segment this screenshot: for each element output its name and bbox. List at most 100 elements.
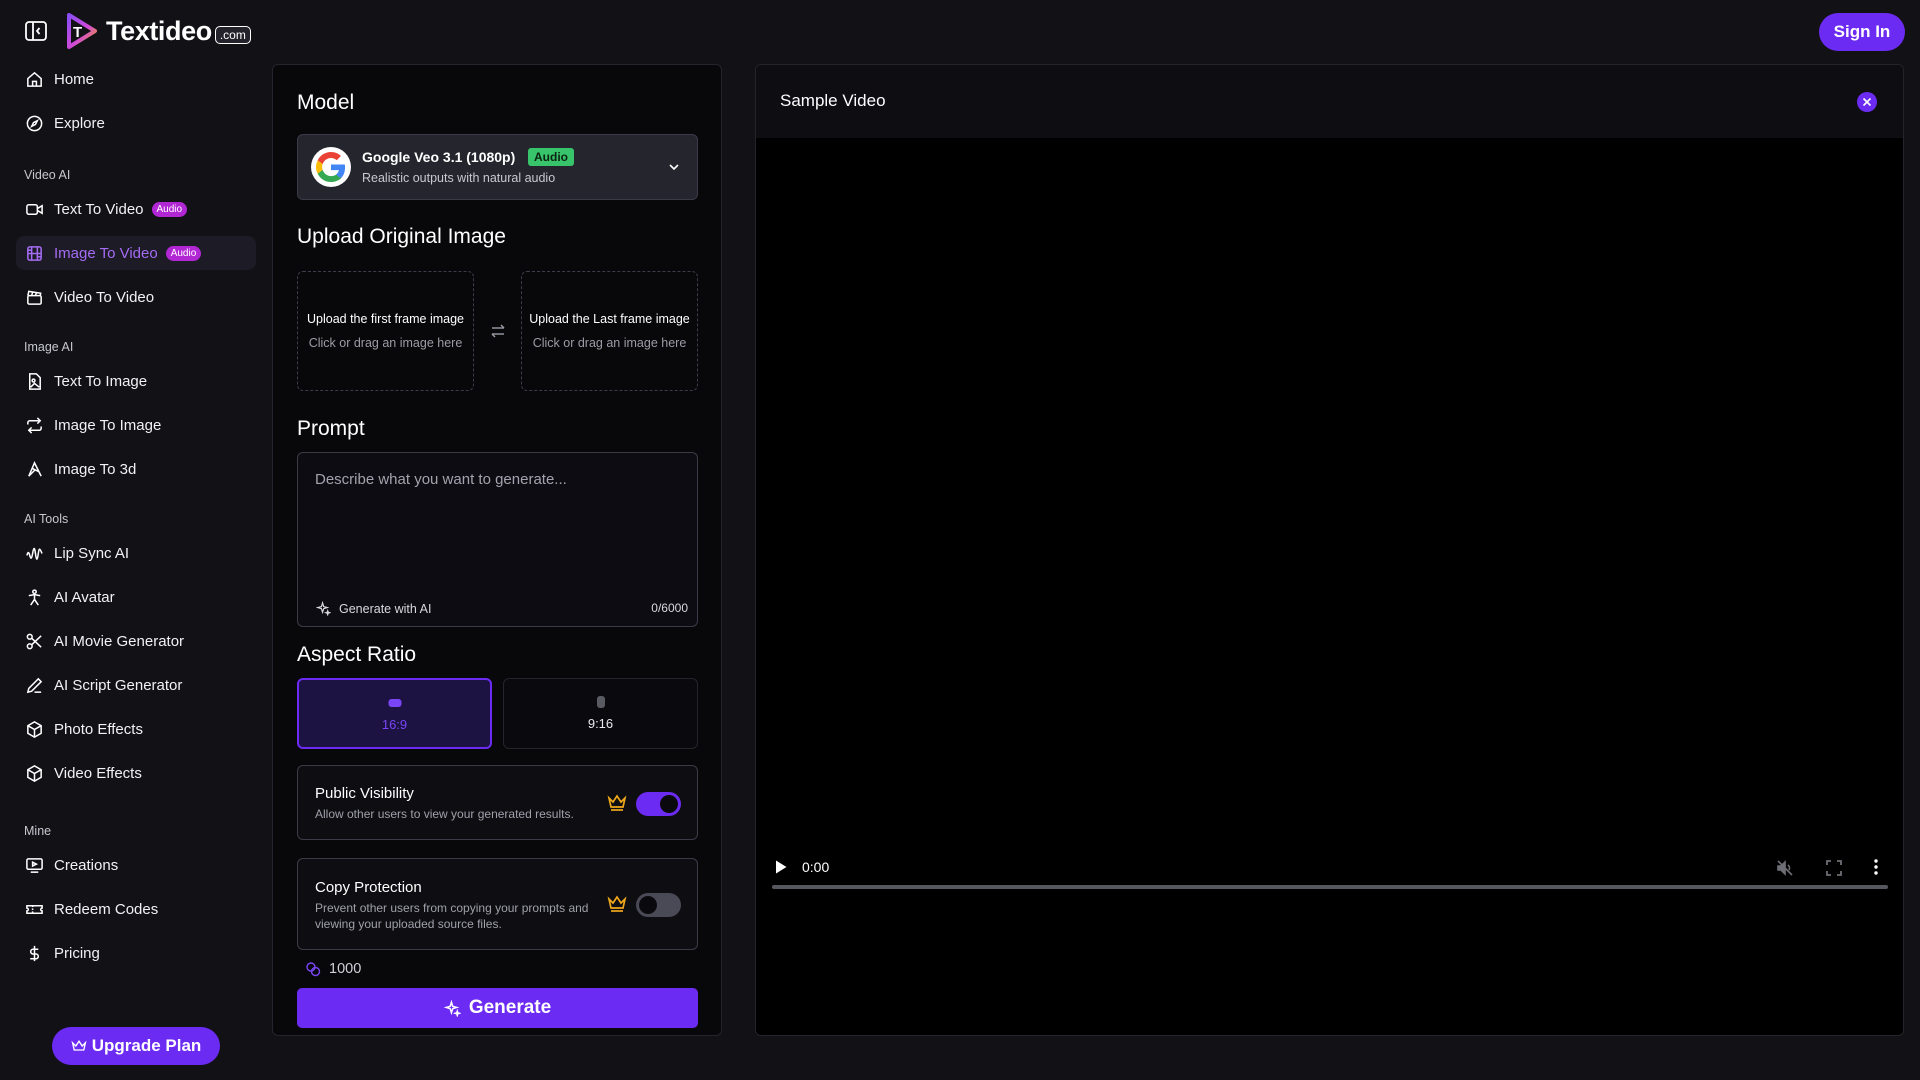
dollar-icon [29, 945, 40, 961]
sidebar-toggle-icon[interactable] [24, 20, 48, 42]
sidebar-item-label: Text To Image [54, 372, 148, 390]
upload-last-frame-dropzone[interactable]: Upload the Last frame image Click or dra… [521, 271, 698, 391]
prompt-box: Generate with AI 0/6000 [297, 452, 698, 627]
audio-badge: Audio [151, 201, 188, 217]
google-logo-icon [311, 147, 351, 187]
sidebar-item-creations[interactable]: Creations [16, 848, 256, 882]
sidebar-item-ai-movie-generator[interactable]: AI Movie Generator [16, 624, 256, 658]
generate-label: Generate [468, 997, 552, 1018]
upload-first-frame-dropzone[interactable]: Upload the first frame image Click or dr… [297, 271, 474, 391]
video-time: 0:00 [802, 859, 830, 875]
aspect-ratio-9-16-option[interactable]: 9:16 [503, 678, 698, 749]
video-camera-icon [26, 203, 43, 215]
generate-button[interactable]: Generate [297, 988, 698, 1028]
sidebar-item-ai-avatar[interactable]: AI Avatar [16, 580, 256, 614]
mute-icon[interactable] [1775, 858, 1795, 878]
sidebar-item-label: Text To Video [54, 200, 144, 218]
generate-with-ai-button[interactable]: Generate with AI [316, 601, 431, 616]
public-visibility-card: Public Visibility Allow other users to v… [297, 765, 698, 840]
sidebar-item-label: Image To Image [54, 416, 162, 434]
credits-display: 1000 [305, 961, 361, 977]
aspect-ratio-label: 16:9 [381, 717, 408, 732]
toggle-knob [660, 795, 678, 813]
logo-play-icon: T [67, 13, 97, 49]
box-icon [27, 764, 42, 782]
sidebar-item-lip-sync-ai[interactable]: Lip Sync AI [16, 536, 256, 570]
sign-in-button[interactable]: Sign In [1819, 13, 1905, 51]
model-audio-badge: Audio [528, 148, 574, 166]
model-description: Realistic outputs with natural audio [362, 171, 556, 185]
sidebar-item-image-to-3d[interactable]: Image To 3d [16, 452, 256, 486]
sparkle-icon [443, 999, 461, 1017]
sidebar-item-label: Lip Sync AI [54, 544, 130, 562]
sidebar-item-home[interactable]: Home [16, 62, 256, 96]
credits-value: 1000 [329, 961, 362, 977]
svg-text:T: T [73, 24, 82, 41]
fullscreen-icon[interactable] [1825, 859, 1843, 877]
top-bar: T Textideo .com Sign In [0, 0, 1920, 62]
brand-name: Textideo [106, 15, 212, 46]
video-controls: 0:00 [756, 845, 1903, 905]
sidebar-item-label: Pricing [54, 944, 100, 962]
coins-icon [306, 962, 321, 977]
sidebar-item-image-to-image[interactable]: Image To Image [16, 408, 256, 442]
crown-icon [607, 794, 627, 811]
sidebar-section-video-ai: Video AI [24, 168, 71, 182]
sidebar-item-label: AI Script Generator [54, 676, 183, 694]
sidebar-item-label: Photo Effects [54, 720, 143, 738]
swap-icon[interactable] [490, 323, 506, 339]
close-button[interactable] [1857, 92, 1877, 112]
sidebar: Home Explore Video AI Text To Video Audi… [0, 62, 270, 1080]
logo[interactable]: T Textideo .com [64, 12, 251, 50]
chevron-down-icon [669, 164, 679, 171]
copy-protection-card: Copy Protection Prevent other users from… [297, 858, 698, 950]
prompt-input[interactable] [315, 471, 675, 488]
sidebar-item-label: Redeem Codes [54, 900, 159, 918]
play-icon[interactable] [774, 859, 788, 875]
image-file-icon [28, 372, 41, 390]
sidebar-item-text-to-video[interactable]: Text To Video Audio [16, 192, 256, 226]
sidebar-item-redeem-codes[interactable]: Redeem Codes [16, 892, 256, 926]
generation-form-panel: Model Google Veo 3.1 (1080p) Audio Reali… [272, 64, 722, 1036]
video-progress-bar[interactable] [772, 885, 1888, 889]
prompt-section-title: Prompt [297, 417, 365, 440]
upgrade-plan-button[interactable]: Upgrade Plan [52, 1027, 220, 1065]
sidebar-item-label: Image To 3d [54, 460, 137, 478]
cube-3d-icon [28, 460, 42, 477]
video-panel-title: Sample Video [780, 91, 886, 110]
prompt-char-count: 0/6000 [651, 601, 688, 615]
sparkle-icon [316, 601, 331, 616]
portrait-ratio-icon [596, 696, 605, 708]
sidebar-section-mine: Mine [24, 824, 52, 838]
sidebar-section-ai-tools: AI Tools [24, 512, 69, 526]
toggle-knob [639, 896, 657, 914]
sidebar-item-label: AI Movie Generator [54, 632, 185, 650]
person-icon [28, 588, 41, 606]
aspect-ratio-16-9-option[interactable]: 16:9 [297, 678, 492, 749]
sidebar-item-video-to-video[interactable]: Video To Video [16, 280, 256, 314]
sidebar-item-label: Video Effects [54, 764, 142, 782]
landscape-ratio-icon [388, 699, 401, 707]
sidebar-item-video-effects[interactable]: Video Effects [16, 756, 256, 790]
upload-section-title: Upload Original Image [297, 225, 506, 248]
sidebar-item-explore[interactable]: Explore [16, 106, 256, 140]
sidebar-item-image-to-video[interactable]: Image To Video Audio [16, 236, 256, 270]
public-visibility-toggle[interactable] [636, 792, 681, 816]
copy-protection-toggle[interactable] [636, 893, 681, 917]
scissors-icon [26, 633, 42, 649]
sidebar-item-pricing[interactable]: Pricing [16, 936, 256, 970]
public-visibility-title: Public Visibility [315, 785, 414, 802]
sidebar-item-text-to-image[interactable]: Text To Image [16, 364, 256, 398]
sidebar-item-ai-script-generator[interactable]: AI Script Generator [16, 668, 256, 702]
upload-last-frame-hint: Click or drag an image here [532, 336, 687, 350]
copy-protection-title: Copy Protection [315, 879, 422, 896]
more-options-icon[interactable] [1873, 857, 1879, 877]
model-select[interactable]: Google Veo 3.1 (1080p) Audio Realistic o… [297, 134, 698, 200]
sidebar-item-photo-effects[interactable]: Photo Effects [16, 712, 256, 746]
sample-video-panel: Sample Video 0:00 [755, 64, 1904, 1036]
upload-first-frame-hint: Click or drag an image here [308, 336, 463, 350]
copy-protection-description: Prevent other users from copying your pr… [315, 901, 589, 931]
brand-tld: .com [214, 26, 251, 44]
repeat-icon [27, 416, 42, 434]
box-icon [27, 720, 42, 738]
